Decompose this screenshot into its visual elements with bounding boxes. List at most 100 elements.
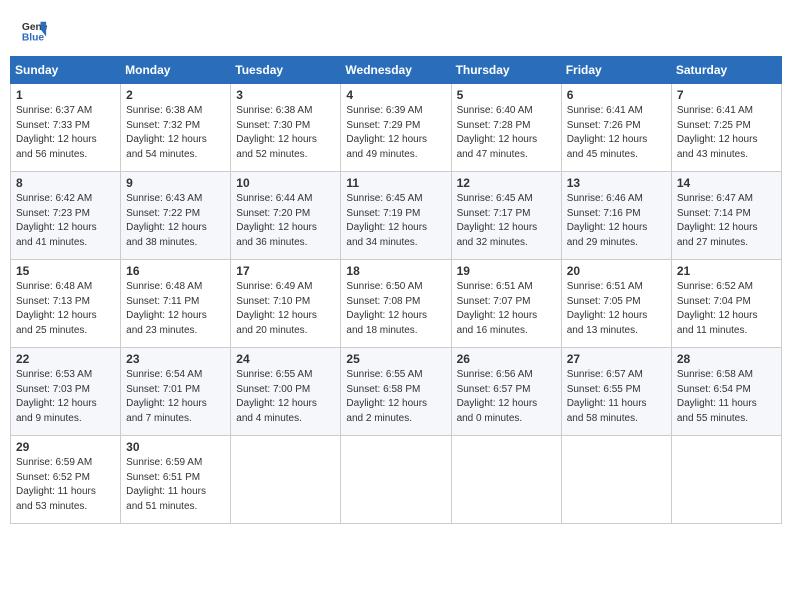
day-number: 15	[16, 264, 115, 278]
day-info: Sunrise: 6:47 AMSunset: 7:14 PMDaylight:…	[677, 192, 776, 250]
day-info: Sunrise: 6:48 AMSunset: 7:11 PMDaylight:…	[126, 280, 225, 338]
day-number: 19	[457, 264, 556, 278]
calendar-cell: 16 Sunrise: 6:48 AMSunset: 7:11 PMDaylig…	[121, 260, 231, 348]
calendar-week-1: 1 Sunrise: 6:37 AMSunset: 7:33 PMDayligh…	[11, 84, 782, 172]
calendar-cell: 21 Sunrise: 6:52 AMSunset: 7:04 PMDaylig…	[671, 260, 781, 348]
day-number: 1	[16, 88, 115, 102]
calendar-cell: 25 Sunrise: 6:55 AMSunset: 6:58 PMDaylig…	[341, 348, 451, 436]
calendar-cell: 1 Sunrise: 6:37 AMSunset: 7:33 PMDayligh…	[11, 84, 121, 172]
calendar-cell: 9 Sunrise: 6:43 AMSunset: 7:22 PMDayligh…	[121, 172, 231, 260]
day-number: 27	[567, 352, 666, 366]
day-number: 23	[126, 352, 225, 366]
calendar-header-row: SundayMondayTuesdayWednesdayThursdayFrid…	[11, 57, 782, 84]
day-info: Sunrise: 6:53 AMSunset: 7:03 PMDaylight:…	[16, 368, 115, 426]
calendar-cell	[231, 436, 341, 524]
day-number: 9	[126, 176, 225, 190]
column-header-monday: Monday	[121, 57, 231, 84]
day-info: Sunrise: 6:49 AMSunset: 7:10 PMDaylight:…	[236, 280, 335, 338]
calendar-cell: 6 Sunrise: 6:41 AMSunset: 7:26 PMDayligh…	[561, 84, 671, 172]
calendar-cell: 3 Sunrise: 6:38 AMSunset: 7:30 PMDayligh…	[231, 84, 341, 172]
calendar-cell: 10 Sunrise: 6:44 AMSunset: 7:20 PMDaylig…	[231, 172, 341, 260]
calendar-cell: 18 Sunrise: 6:50 AMSunset: 7:08 PMDaylig…	[341, 260, 451, 348]
day-number: 10	[236, 176, 335, 190]
calendar-cell	[561, 436, 671, 524]
calendar-cell: 24 Sunrise: 6:55 AMSunset: 7:00 PMDaylig…	[231, 348, 341, 436]
day-number: 29	[16, 440, 115, 454]
day-number: 13	[567, 176, 666, 190]
day-number: 14	[677, 176, 776, 190]
day-number: 17	[236, 264, 335, 278]
svg-text:Blue: Blue	[22, 32, 45, 43]
day-number: 5	[457, 88, 556, 102]
day-info: Sunrise: 6:59 AMSunset: 6:52 PMDaylight:…	[16, 456, 115, 514]
day-info: Sunrise: 6:57 AMSunset: 6:55 PMDaylight:…	[567, 368, 666, 426]
calendar-cell: 8 Sunrise: 6:42 AMSunset: 7:23 PMDayligh…	[11, 172, 121, 260]
day-info: Sunrise: 6:58 AMSunset: 6:54 PMDaylight:…	[677, 368, 776, 426]
calendar-week-2: 8 Sunrise: 6:42 AMSunset: 7:23 PMDayligh…	[11, 172, 782, 260]
column-header-saturday: Saturday	[671, 57, 781, 84]
calendar-cell: 22 Sunrise: 6:53 AMSunset: 7:03 PMDaylig…	[11, 348, 121, 436]
calendar-cell: 23 Sunrise: 6:54 AMSunset: 7:01 PMDaylig…	[121, 348, 231, 436]
day-info: Sunrise: 6:45 AMSunset: 7:19 PMDaylight:…	[346, 192, 445, 250]
day-number: 24	[236, 352, 335, 366]
day-info: Sunrise: 6:44 AMSunset: 7:20 PMDaylight:…	[236, 192, 335, 250]
day-info: Sunrise: 6:37 AMSunset: 7:33 PMDaylight:…	[16, 104, 115, 162]
calendar-cell	[451, 436, 561, 524]
day-number: 6	[567, 88, 666, 102]
column-header-sunday: Sunday	[11, 57, 121, 84]
calendar-cell: 17 Sunrise: 6:49 AMSunset: 7:10 PMDaylig…	[231, 260, 341, 348]
day-number: 3	[236, 88, 335, 102]
day-number: 16	[126, 264, 225, 278]
calendar-week-4: 22 Sunrise: 6:53 AMSunset: 7:03 PMDaylig…	[11, 348, 782, 436]
day-number: 25	[346, 352, 445, 366]
day-number: 8	[16, 176, 115, 190]
day-number: 21	[677, 264, 776, 278]
calendar-cell	[341, 436, 451, 524]
calendar-cell	[671, 436, 781, 524]
day-info: Sunrise: 6:55 AMSunset: 7:00 PMDaylight:…	[236, 368, 335, 426]
day-info: Sunrise: 6:56 AMSunset: 6:57 PMDaylight:…	[457, 368, 556, 426]
day-number: 22	[16, 352, 115, 366]
calendar-cell: 28 Sunrise: 6:58 AMSunset: 6:54 PMDaylig…	[671, 348, 781, 436]
column-header-tuesday: Tuesday	[231, 57, 341, 84]
calendar-cell: 27 Sunrise: 6:57 AMSunset: 6:55 PMDaylig…	[561, 348, 671, 436]
day-info: Sunrise: 6:59 AMSunset: 6:51 PMDaylight:…	[126, 456, 225, 514]
calendar-cell: 4 Sunrise: 6:39 AMSunset: 7:29 PMDayligh…	[341, 84, 451, 172]
day-info: Sunrise: 6:38 AMSunset: 7:30 PMDaylight:…	[236, 104, 335, 162]
calendar-cell: 7 Sunrise: 6:41 AMSunset: 7:25 PMDayligh…	[671, 84, 781, 172]
calendar-cell: 26 Sunrise: 6:56 AMSunset: 6:57 PMDaylig…	[451, 348, 561, 436]
day-info: Sunrise: 6:45 AMSunset: 7:17 PMDaylight:…	[457, 192, 556, 250]
day-number: 18	[346, 264, 445, 278]
day-info: Sunrise: 6:52 AMSunset: 7:04 PMDaylight:…	[677, 280, 776, 338]
calendar-cell: 5 Sunrise: 6:40 AMSunset: 7:28 PMDayligh…	[451, 84, 561, 172]
day-number: 30	[126, 440, 225, 454]
calendar-cell: 29 Sunrise: 6:59 AMSunset: 6:52 PMDaylig…	[11, 436, 121, 524]
calendar-week-3: 15 Sunrise: 6:48 AMSunset: 7:13 PMDaylig…	[11, 260, 782, 348]
page-header: General Blue	[10, 10, 782, 52]
day-info: Sunrise: 6:43 AMSunset: 7:22 PMDaylight:…	[126, 192, 225, 250]
column-header-friday: Friday	[561, 57, 671, 84]
calendar-cell: 14 Sunrise: 6:47 AMSunset: 7:14 PMDaylig…	[671, 172, 781, 260]
day-info: Sunrise: 6:42 AMSunset: 7:23 PMDaylight:…	[16, 192, 115, 250]
calendar-cell: 30 Sunrise: 6:59 AMSunset: 6:51 PMDaylig…	[121, 436, 231, 524]
calendar-cell: 19 Sunrise: 6:51 AMSunset: 7:07 PMDaylig…	[451, 260, 561, 348]
day-info: Sunrise: 6:48 AMSunset: 7:13 PMDaylight:…	[16, 280, 115, 338]
day-info: Sunrise: 6:38 AMSunset: 7:32 PMDaylight:…	[126, 104, 225, 162]
day-info: Sunrise: 6:39 AMSunset: 7:29 PMDaylight:…	[346, 104, 445, 162]
day-info: Sunrise: 6:50 AMSunset: 7:08 PMDaylight:…	[346, 280, 445, 338]
day-number: 28	[677, 352, 776, 366]
calendar-cell: 20 Sunrise: 6:51 AMSunset: 7:05 PMDaylig…	[561, 260, 671, 348]
logo: General Blue	[20, 18, 48, 46]
column-header-wednesday: Wednesday	[341, 57, 451, 84]
calendar-week-5: 29 Sunrise: 6:59 AMSunset: 6:52 PMDaylig…	[11, 436, 782, 524]
calendar-cell: 2 Sunrise: 6:38 AMSunset: 7:32 PMDayligh…	[121, 84, 231, 172]
calendar-cell: 12 Sunrise: 6:45 AMSunset: 7:17 PMDaylig…	[451, 172, 561, 260]
day-info: Sunrise: 6:40 AMSunset: 7:28 PMDaylight:…	[457, 104, 556, 162]
calendar-cell: 15 Sunrise: 6:48 AMSunset: 7:13 PMDaylig…	[11, 260, 121, 348]
calendar-cell: 13 Sunrise: 6:46 AMSunset: 7:16 PMDaylig…	[561, 172, 671, 260]
calendar-cell: 11 Sunrise: 6:45 AMSunset: 7:19 PMDaylig…	[341, 172, 451, 260]
logo-icon: General Blue	[20, 18, 48, 46]
day-number: 7	[677, 88, 776, 102]
day-number: 2	[126, 88, 225, 102]
calendar-table: SundayMondayTuesdayWednesdayThursdayFrid…	[10, 56, 782, 524]
